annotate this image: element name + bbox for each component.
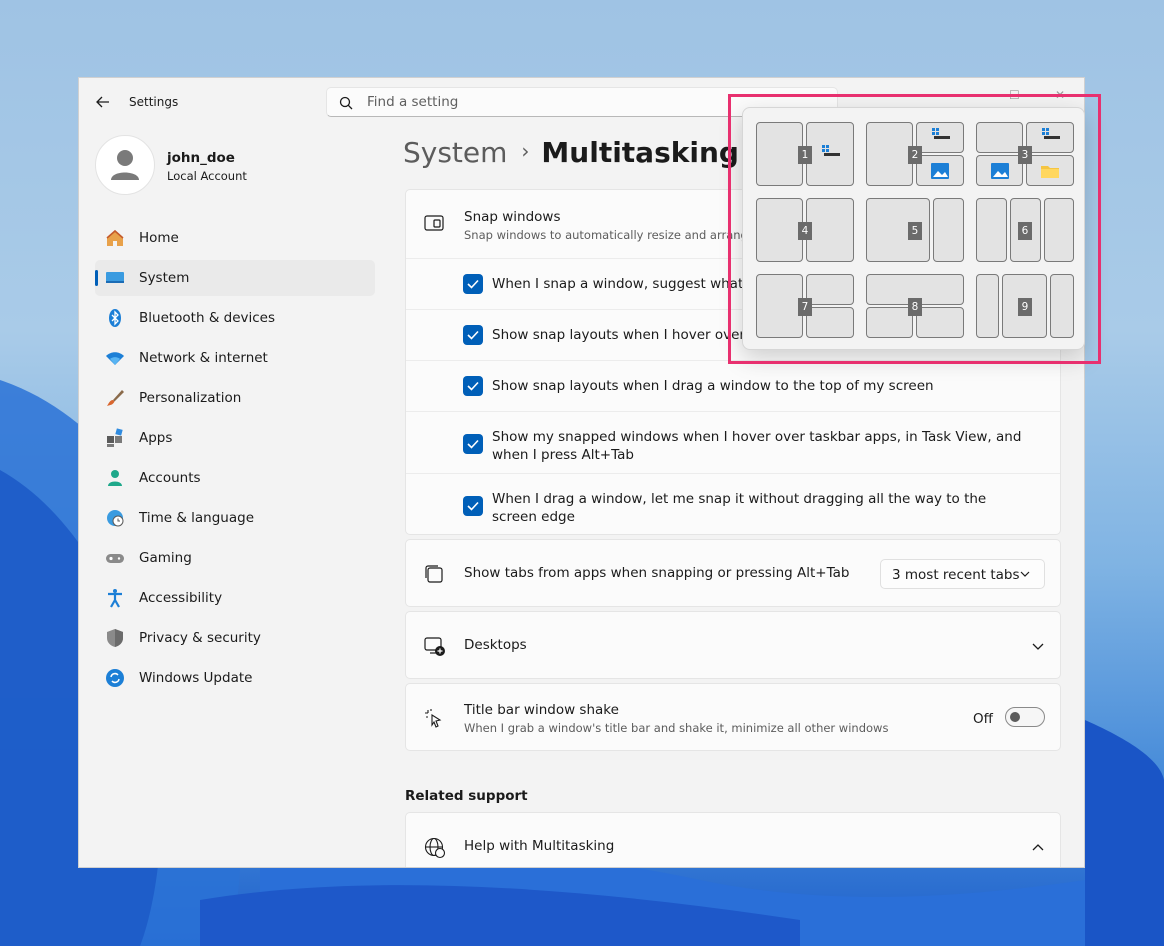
snap-windows-desc: Snap windows to automatically resize and… [464,228,764,242]
snap-option-checkbox-5[interactable] [463,496,483,516]
divider [406,411,1060,412]
bluetooth-icon [109,309,121,327]
desktops-card[interactable]: Desktops [405,611,1061,679]
page-title: System › Multitasking [403,136,739,169]
sidebar-item-network[interactable]: Network & internet [95,340,375,376]
snap-option-label-5: When I drag a window, let me snap it wit… [492,491,987,525]
help-multitasking-card[interactable]: Help with Multitasking [405,812,1061,867]
tabs-count-value: 3 most recent tabs [892,567,1020,583]
snap-option-checkbox-4[interactable] [463,434,483,454]
chevron-right-icon: › [521,139,530,163]
snap-tabs-title: Show tabs from apps when snapping or pre… [464,565,850,581]
snap-option-label-4: Show my snapped windows when I hover ove… [492,429,1022,463]
window-shake-toggle[interactable] [1005,707,1045,727]
sidebar-nav: Home System Bluetooth & devices Network … [95,220,375,700]
checkmark-icon [467,330,479,340]
gamepad-icon [106,554,124,563]
home-icon [106,229,124,246]
snap-option-checkbox-2[interactable] [463,325,483,345]
accounts-icon [108,470,122,486]
sidebar-item-personalization[interactable]: Personalization [95,380,375,416]
app-title: Settings [129,95,179,109]
sidebar-item-privacy[interactable]: Privacy & security [95,620,375,656]
snap-option-label-3: Show snap layouts when I drag a window t… [492,378,934,394]
snap-windows-icon [424,215,444,231]
sidebar-item-apps[interactable]: Apps [95,420,375,456]
related-support-heading: Related support [405,788,528,804]
brush-icon [107,390,124,406]
user-avatar-icon [111,150,139,180]
search-placeholder: Find a setting [367,94,459,110]
checkmark-icon [467,439,479,449]
sidebar-item-accounts[interactable]: Accounts [95,460,375,496]
account-type: Local Account [167,169,247,183]
desktops-title: Desktops [464,637,527,653]
chevron-down-icon [1032,643,1044,650]
divider [406,473,1060,474]
checkmark-icon [467,279,479,289]
window-shake-title: Title bar window shake [464,702,619,718]
sidebar-item-system[interactable]: System [95,260,375,296]
sidebar-item-home[interactable]: Home [95,220,375,256]
tabs-window-icon [425,565,443,583]
accessibility-icon [108,589,122,608]
snap-windows-title: Snap windows [464,209,561,225]
help-multitasking-title: Help with Multitasking [464,838,615,854]
snap-tabs-card: Show tabs from apps when snapping or pre… [405,539,1061,607]
avatar [95,135,155,195]
annotation-highlight-box [728,94,1101,364]
desktops-icon [424,637,445,656]
sidebar-item-bluetooth[interactable]: Bluetooth & devices [95,300,375,336]
update-icon [106,669,124,687]
clock-globe-icon [107,510,124,527]
snap-option-checkbox-1[interactable] [463,274,483,294]
window-shake-state: Off [973,711,993,727]
apps-icon [107,428,123,447]
breadcrumb-current: Multitasking [541,136,739,169]
breadcrumb-parent[interactable]: System [403,136,507,169]
window-shake-desc: When I grab a window's title bar and sha… [464,721,889,735]
sidebar-item-time-language[interactable]: Time & language [95,500,375,536]
shield-icon [107,629,123,647]
chevron-down-icon [1020,571,1030,577]
username: john_doe [167,150,235,166]
sidebar-item-accessibility[interactable]: Accessibility [95,580,375,616]
back-arrow-icon[interactable] [93,92,113,112]
wifi-icon [106,352,124,365]
system-icon [106,272,124,283]
snap-option-checkbox-3[interactable] [463,376,483,396]
sidebar-item-gaming[interactable]: Gaming [95,540,375,576]
sidebar-item-windows-update[interactable]: Windows Update [95,660,375,696]
checkmark-icon [467,381,479,391]
chevron-up-icon [1032,844,1044,851]
checkmark-icon [467,501,479,511]
tabs-count-dropdown[interactable]: 3 most recent tabs [880,559,1045,589]
search-icon [339,96,353,110]
globe-help-icon [424,837,446,859]
window-shake-card: Title bar window shake When I grab a win… [405,683,1061,751]
shake-cursor-icon [425,709,442,728]
